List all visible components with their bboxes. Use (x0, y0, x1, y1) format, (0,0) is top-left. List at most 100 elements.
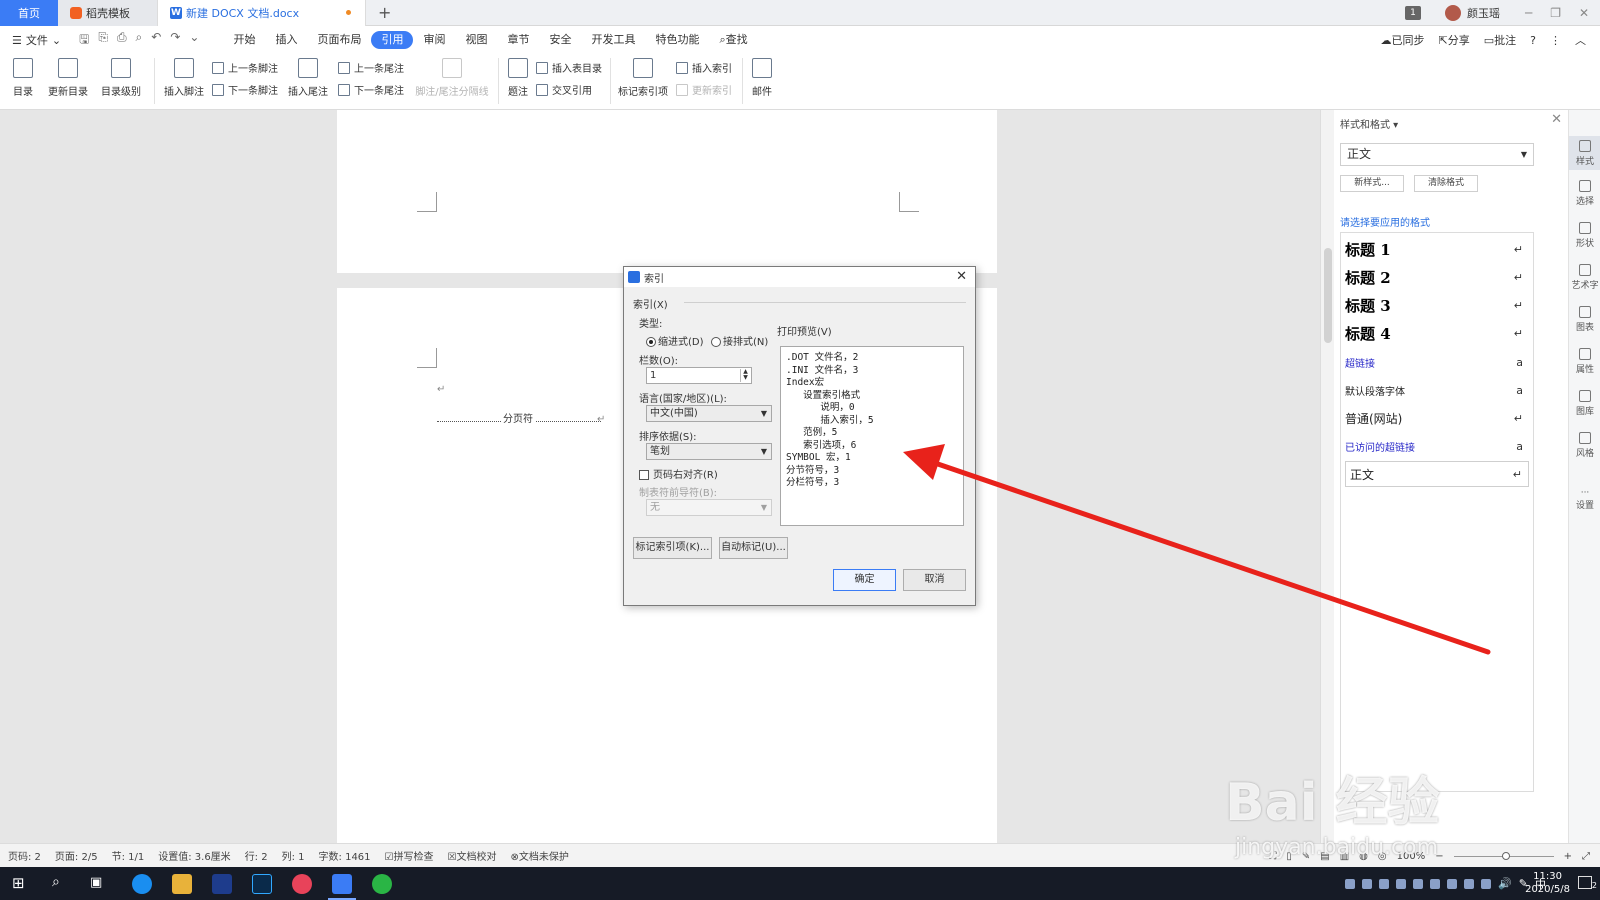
tray-icon[interactable] (1481, 878, 1492, 889)
right-align-checkbox[interactable]: 页码右对齐(R) (639, 466, 718, 481)
comment-button[interactable]: ▭批注 (1484, 32, 1516, 48)
browser-icon[interactable] (132, 874, 152, 894)
app-icon[interactable] (212, 874, 232, 894)
menu-chapter[interactable]: 章节 (497, 31, 539, 49)
status-page-number[interactable]: 页码: 2 (8, 848, 41, 863)
clock[interactable]: 11:30 2020/5/8 (1525, 870, 1570, 896)
columns-stepper[interactable]: 1 ▲ ▼ (646, 367, 752, 384)
sidebar-styles[interactable]: 样式 (1569, 136, 1600, 170)
prev-footnote-button[interactable]: 上一条脚注 (212, 60, 278, 75)
update-toc-button[interactable]: 更新目录 (46, 54, 90, 98)
spell-check-button[interactable]: ☑拼写检查 (385, 848, 434, 863)
share-button[interactable]: ⇱分享 (1439, 32, 1470, 48)
tray-icon[interactable] (1379, 878, 1390, 889)
print-icon[interactable]: ⎙ (117, 30, 127, 51)
close-panel-icon[interactable]: ✕ (1551, 112, 1562, 127)
style-heading-4[interactable]: 标题 4 ↵ (1345, 321, 1529, 345)
insert-index-button[interactable]: 插入索引 (676, 60, 732, 75)
mark-entry-button[interactable]: 标记索引项(K)... (633, 537, 712, 559)
redo-icon[interactable]: ↷ (170, 30, 180, 51)
stepper-arrows-icon[interactable]: ▲ ▼ (740, 369, 750, 382)
tray-icon[interactable] (1447, 878, 1458, 889)
tab-document[interactable]: W 新建 DOCX 文档.docx (158, 0, 366, 26)
sidebar-gallery[interactable]: 图库 (1569, 390, 1600, 417)
user-account[interactable]: 颜玉瑶 (1445, 0, 1500, 26)
next-footnote-button[interactable]: 下一条脚注 (212, 82, 278, 97)
window-count-badge[interactable]: 1 (1405, 6, 1421, 20)
sidebar-shape[interactable]: 形状 (1569, 222, 1600, 249)
status-setting[interactable]: 设置值: 3.6厘米 (158, 848, 230, 863)
status-section[interactable]: 节: 1/1 (112, 848, 145, 863)
collapse-ribbon-icon[interactable]: ︿ (1575, 32, 1586, 48)
print-preview-icon[interactable]: ⌕ (136, 30, 143, 51)
restore-icon[interactable]: ❐ (1550, 6, 1561, 20)
volume-icon[interactable]: 🔊 (1498, 877, 1512, 890)
menu-security[interactable]: 安全 (539, 31, 581, 49)
style-normal[interactable]: 正文 ↵ (1345, 461, 1529, 487)
zoom-in-icon[interactable]: + (1564, 851, 1572, 862)
tray-icon[interactable] (1413, 878, 1424, 889)
windows-start-icon[interactable]: ⊞ (12, 874, 25, 892)
minimize-icon[interactable]: ─ (1525, 6, 1532, 20)
fit-icon[interactable]: ⤢ (1582, 851, 1590, 862)
menu-insert[interactable]: 插入 (265, 31, 307, 49)
protection-button[interactable]: ⊗文档未保护 (510, 848, 568, 863)
current-style-select[interactable]: 正文 ▼ (1340, 143, 1534, 166)
type-indented-radio[interactable]: 缩进式(D) (646, 333, 704, 348)
sidebar-theme[interactable]: 风格 (1569, 432, 1600, 459)
close-icon[interactable]: ✕ (956, 269, 967, 284)
file-explorer-icon[interactable] (172, 874, 192, 894)
format-painter-icon[interactable]: ⎘ (98, 30, 108, 51)
menu-review[interactable]: 审阅 (413, 31, 455, 49)
menu-special[interactable]: 特色功能 (645, 31, 709, 49)
sync-button[interactable]: ☁已同步 (1381, 32, 1425, 48)
menu-page-layout[interactable]: 页面布局 (307, 31, 371, 49)
document-page[interactable] (337, 110, 997, 273)
clear-format-button[interactable]: 清除格式 (1414, 175, 1478, 192)
style-hyperlink[interactable]: 超链接 a (1345, 351, 1529, 373)
tray-icon[interactable] (1464, 878, 1475, 889)
menu-references[interactable]: 引用 (371, 31, 414, 49)
insert-footnote-button[interactable]: 插入脚注 (162, 54, 206, 98)
menu-search[interactable]: ⌕查找 (709, 31, 757, 49)
tray-icon[interactable] (1345, 878, 1356, 889)
undo-icon[interactable]: ↶ (151, 30, 161, 51)
prev-endnote-button[interactable]: 上一条尾注 (338, 60, 404, 75)
toc-level-button[interactable]: 目录级别 (96, 54, 146, 98)
type-runin-radio[interactable]: 接排式(N) (711, 333, 768, 348)
menu-developer[interactable]: 开发工具 (581, 31, 645, 49)
sidebar-select[interactable]: 选择 (1569, 180, 1600, 207)
language-select[interactable]: 中文(中国) ▼ (646, 405, 772, 422)
tray-icon[interactable] (1362, 878, 1373, 889)
mail-button[interactable]: 邮件 (748, 54, 776, 98)
search-icon[interactable]: ⌕ (52, 874, 60, 890)
tray-icon[interactable] (1396, 878, 1407, 889)
more-icon[interactable]: ⋮ (1550, 34, 1561, 47)
zoom-slider[interactable] (1453, 851, 1554, 860)
status-row[interactable]: 行: 2 (245, 848, 268, 863)
dialog-title-bar[interactable]: 索引 ✕ (624, 267, 975, 287)
close-window-icon[interactable]: ✕ (1579, 6, 1589, 20)
scrollbar-thumb[interactable] (1324, 248, 1332, 343)
insert-endnote-button[interactable]: 插入尾注 (286, 54, 330, 98)
wechat-icon[interactable] (372, 874, 392, 894)
tab-leader-select[interactable]: 无 ▼ (646, 499, 772, 516)
status-col[interactable]: 列: 1 (282, 848, 305, 863)
sidebar-chart[interactable]: 图表 (1569, 306, 1600, 333)
tray-icon[interactable] (1430, 878, 1441, 889)
proofread-button[interactable]: ☒文档校对 (448, 848, 497, 863)
tab-templates[interactable]: 稻壳模板 (58, 0, 158, 26)
mark-index-button[interactable]: 标记索引项 (616, 54, 670, 98)
caption-button[interactable]: 题注 (504, 54, 532, 98)
new-tab-button[interactable]: + (378, 3, 391, 22)
style-normal-web[interactable]: 普通(网站) ↵ (1345, 407, 1529, 429)
menu-view[interactable]: 视图 (455, 31, 497, 49)
status-word-count[interactable]: 字数: 1461 (319, 848, 371, 863)
style-default-font[interactable]: 默认段落字体 a (1345, 379, 1529, 401)
save-icon[interactable]: 🖫 (79, 30, 89, 51)
style-heading-1[interactable]: 标题 1 ↵ (1345, 237, 1529, 261)
tab-home[interactable]: 首页 (0, 0, 58, 26)
vertical-scrollbar[interactable] (1320, 110, 1334, 843)
zoom-slider-handle[interactable] (1501, 851, 1510, 860)
auto-mark-button[interactable]: 自动标记(U)... (719, 537, 788, 559)
